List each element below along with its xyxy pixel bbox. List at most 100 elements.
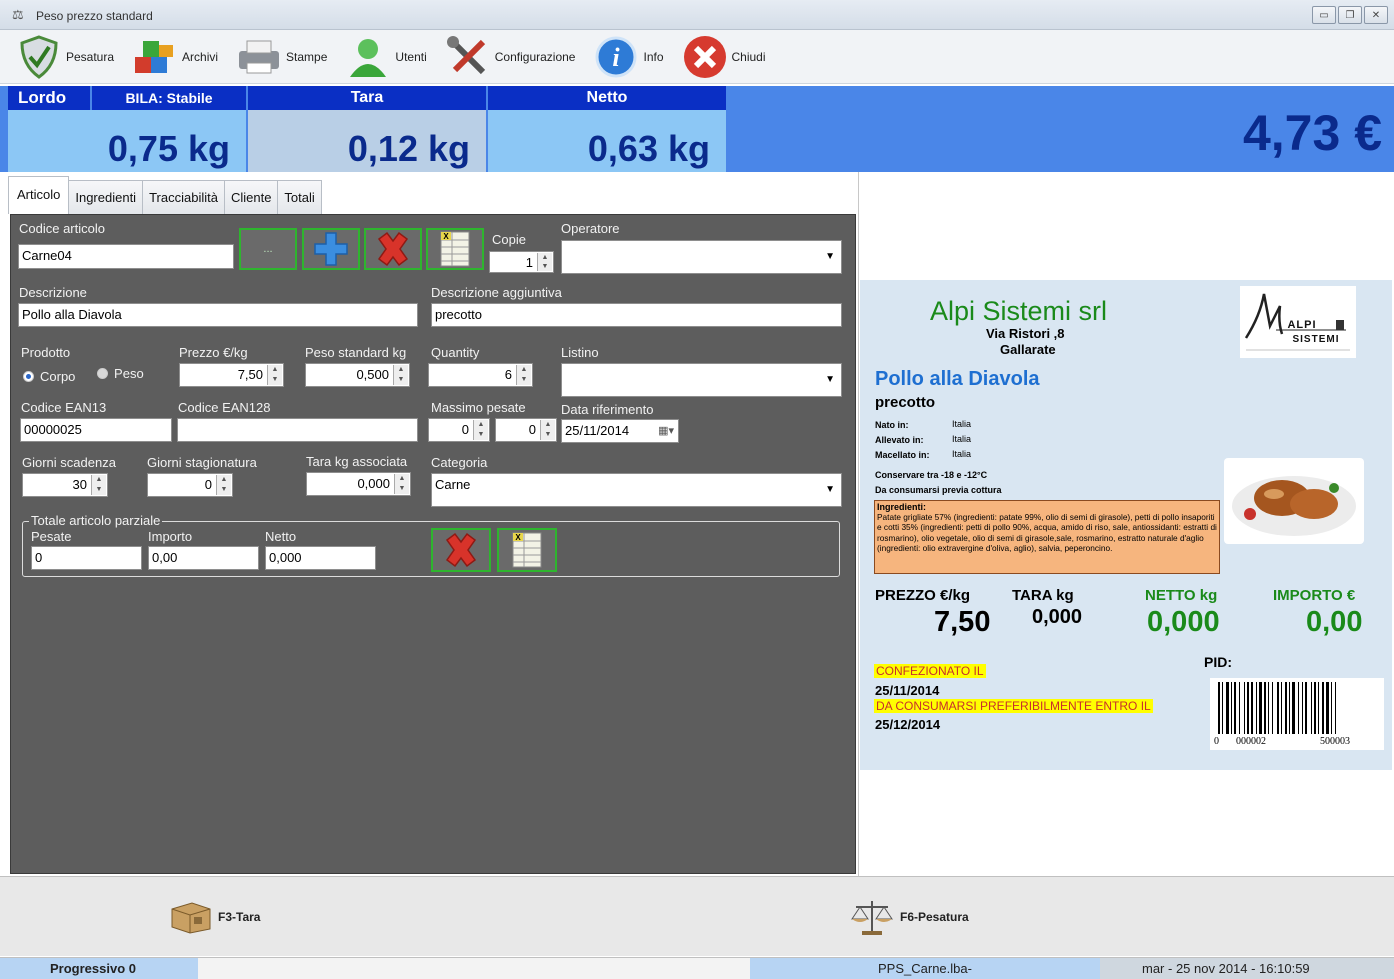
codice-articolo-label: Codice articolo	[19, 221, 105, 236]
excel-button[interactable]: X	[426, 228, 484, 270]
barcode-bar	[1231, 682, 1232, 734]
netto-parziale-input[interactable]: 0,000	[265, 546, 376, 570]
label-macellato-label: Macellato in:	[875, 450, 930, 460]
radio-corpo[interactable]: Corpo	[23, 369, 75, 384]
massimo-pesate-stepper-2[interactable]: 0 ▲ ▼	[495, 418, 557, 442]
info-button[interactable]: i Info	[585, 31, 669, 83]
info-label: Info	[643, 49, 664, 64]
tab-cliente[interactable]: Cliente	[223, 180, 279, 214]
peso-standard-stepper[interactable]: 0,500 ▲ ▼	[305, 363, 410, 387]
label-preferibilmente-label: DA CONSUMARSI PREFERIBILMENTE ENTRO IL	[874, 699, 1153, 713]
barcode-bar	[1292, 682, 1295, 734]
massimo-pesate-label: Massimo pesate	[431, 400, 526, 415]
delete-button[interactable]	[364, 228, 422, 270]
tara-associata-value: 0,000	[357, 476, 390, 491]
tara-body: 0,12 kg	[248, 110, 486, 172]
operatore-label: Operatore	[561, 221, 620, 236]
massimo-pesate-value-1: 0	[461, 422, 469, 437]
add-button[interactable]	[302, 228, 360, 270]
prezzo-spin[interactable]: ▲ ▼	[267, 365, 282, 385]
status-file: PPS_Carne.lba-	[750, 958, 1100, 979]
copie-stepper[interactable]: 1 ▲ ▼	[489, 251, 554, 273]
barcode-bar	[1318, 682, 1319, 734]
categoria-select[interactable]: Carne ▼	[431, 473, 842, 507]
f3-tara-button[interactable]: F3-Tara	[166, 899, 260, 935]
tara-label: Tara	[248, 86, 488, 110]
stampe-label: Stampe	[286, 49, 328, 64]
pesate-input[interactable]: 0	[31, 546, 142, 570]
title-bar: ⚖ Peso prezzo standard ▭ ❐ ✕	[0, 0, 1394, 30]
massimo-spin-1[interactable]: ▲ ▼	[473, 420, 488, 440]
label-macellato: Italia	[952, 449, 972, 459]
operatore-select[interactable]: ▼	[561, 240, 842, 274]
f6-pesatura-button[interactable]: F6-Pesatura	[850, 897, 969, 937]
label-preferibilmente: 25/12/2014	[875, 717, 941, 732]
prodotto-radio-group: Corpo Peso	[23, 366, 162, 384]
listino-select[interactable]: ▼	[561, 363, 842, 397]
tab-ingredienti[interactable]: Ingredienti	[68, 180, 144, 214]
tab-totali[interactable]: Totali	[277, 180, 322, 214]
status-bar: Progressivo 0 PPS_Carne.lba- mar - 25 no…	[0, 957, 1394, 979]
netto-cell: Netto 0,63 kg	[488, 86, 728, 172]
chiudi-button[interactable]: Chiudi	[674, 31, 772, 83]
netto-label: Netto	[488, 86, 728, 110]
prodotto-label: Prodotto	[21, 345, 71, 360]
reset-parziale-button[interactable]	[431, 528, 491, 572]
radio-peso[interactable]: Peso	[97, 366, 144, 381]
barcode-bar	[1256, 682, 1257, 734]
giorni-stagionatura-stepper[interactable]: 0 ▲ ▼	[147, 473, 233, 497]
configurazione-label: Configurazione	[494, 49, 576, 64]
codice-articolo-input[interactable]: Carne04	[18, 244, 234, 269]
total-price: 4,73 €	[1242, 105, 1382, 161]
tara-associata-stepper[interactable]: 0,000 ▲ ▼	[306, 472, 411, 496]
browse-button[interactable]: ...	[239, 228, 297, 270]
data-riferimento-picker[interactable]: 25/11/2014 ▦▾	[561, 419, 679, 443]
prezzo-stepper[interactable]: 7,50 ▲ ▼	[179, 363, 284, 387]
tara-associata-spin[interactable]: ▲ ▼	[394, 474, 409, 494]
ean128-label: Codice EAN128	[178, 400, 271, 415]
quantity-value: 6	[504, 367, 512, 382]
tab-articolo[interactable]: Articolo	[8, 176, 70, 214]
delete-x-icon	[377, 231, 409, 267]
giorni-scadenza-spin[interactable]: ▲ ▼	[91, 475, 106, 495]
peso-standard-spin[interactable]: ▲ ▼	[393, 365, 408, 385]
calendar-icon[interactable]: ▦▾	[658, 420, 674, 442]
configurazione-button[interactable]: Configurazione	[437, 31, 582, 83]
export-parziale-button[interactable]: X	[497, 528, 557, 572]
descrizione-aggiuntiva-input[interactable]: precotto	[431, 303, 842, 327]
ean13-label: Codice EAN13	[21, 400, 107, 415]
categoria-value: Carne	[435, 477, 471, 492]
descrizione-label: Descrizione	[19, 285, 87, 300]
copie-spin[interactable]: ▲ ▼	[537, 253, 552, 271]
tara-value: 0,12 kg	[347, 128, 470, 169]
close-window-button[interactable]: ✕	[1364, 6, 1388, 24]
archivi-button[interactable]: Archivi	[124, 31, 224, 83]
data-riferimento-value: 25/11/2014	[565, 423, 630, 438]
utenti-button[interactable]: Utenti	[337, 31, 432, 83]
stampe-button[interactable]: Stampe	[228, 31, 333, 83]
ean13-input[interactable]: 00000025	[20, 418, 172, 442]
ingredients-text: Patate grigliate 57% (ingredienti: patat…	[877, 512, 1217, 553]
tara-associata-label: Tara kg associata	[306, 454, 408, 469]
f6-pesatura-label: F6-Pesatura	[900, 910, 969, 924]
restore-button[interactable]: ❐	[1338, 6, 1362, 24]
tab-tracciabilita[interactable]: Tracciabilità	[142, 180, 225, 214]
importo-input[interactable]: 0,00	[148, 546, 259, 570]
tab-strip: Articolo Ingredienti Tracciabilità Clien…	[8, 176, 322, 214]
massimo-pesate-stepper-1[interactable]: 0 ▲ ▼	[428, 418, 490, 442]
browse-label: ...	[263, 243, 273, 255]
descrizione-input[interactable]: Pollo alla Diavola	[18, 303, 418, 327]
giorni-stagionatura-label: Giorni stagionatura	[147, 455, 257, 470]
ean128-input[interactable]	[177, 418, 418, 442]
giorni-scadenza-stepper[interactable]: 30 ▲ ▼	[22, 473, 108, 497]
quantity-stepper[interactable]: 6 ▲ ▼	[428, 363, 533, 387]
minimize-button[interactable]: ▭	[1312, 6, 1336, 24]
quantity-spin[interactable]: ▲ ▼	[516, 365, 531, 385]
lordo-cell: Lordo BILA: Stabile 0,75 kg	[8, 86, 248, 172]
status-spacer	[198, 958, 750, 979]
giorni-scadenza-value: 30	[72, 477, 87, 492]
pesatura-button[interactable]: Pesatura	[8, 31, 120, 83]
utenti-label: Utenti	[395, 49, 427, 64]
giorni-stagionatura-spin[interactable]: ▲ ▼	[216, 475, 231, 495]
massimo-spin-2[interactable]: ▲ ▼	[540, 420, 555, 440]
